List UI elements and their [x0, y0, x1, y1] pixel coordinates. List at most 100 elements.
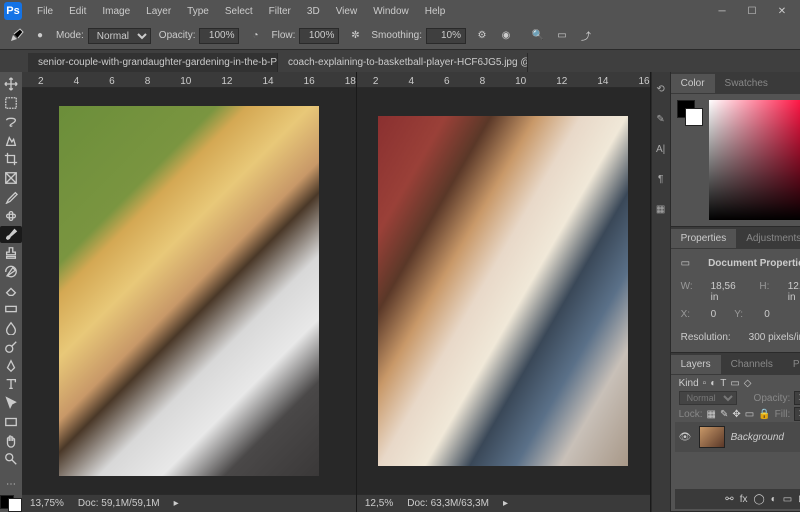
tab-doc2[interactable]: coach-explaining-to-basketball-player-HC…: [278, 53, 528, 72]
opacity-input[interactable]: 100%: [199, 28, 239, 44]
filter-shape-icon[interactable]: ▭: [730, 378, 739, 389]
filter-type-icon[interactable]: T: [720, 378, 726, 389]
lock-all-icon[interactable]: 🔒: [758, 409, 770, 420]
lock-pixels-icon[interactable]: ✎: [720, 409, 728, 420]
crop-tool[interactable]: [0, 151, 22, 168]
workspace-icon[interactable]: ▭: [554, 28, 570, 44]
menu-window[interactable]: Window: [366, 3, 416, 20]
rectangle-tool[interactable]: [0, 414, 22, 431]
tab-doc1[interactable]: senior-couple-with-grandaughter-gardenin…: [28, 53, 278, 72]
menu-image[interactable]: Image: [95, 3, 137, 20]
doc-info[interactable]: Doc: 59,1M/59,1M: [78, 498, 160, 509]
filter-smart-icon[interactable]: ◇: [744, 378, 752, 389]
zoom-level[interactable]: 13,75%: [30, 498, 64, 509]
layer-opacity[interactable]: 100%: [794, 391, 800, 405]
smoothing-options-icon[interactable]: ⚙: [474, 28, 490, 44]
edit-toolbar[interactable]: ⋯: [0, 476, 22, 493]
lock-transparent-icon[interactable]: ▦: [707, 409, 716, 420]
tab-layers[interactable]: Layers: [671, 355, 721, 374]
filter-pixel-icon[interactable]: ▫: [703, 378, 707, 389]
link-layers-icon[interactable]: ⚯: [725, 494, 733, 505]
chevron-right-icon[interactable]: ▸: [503, 498, 508, 509]
canvas-1[interactable]: [22, 88, 356, 494]
mode-select[interactable]: Normal: [88, 28, 151, 44]
doc-info[interactable]: Doc: 63,3M/63,3M: [407, 498, 489, 509]
lasso-tool[interactable]: [0, 114, 22, 131]
zoom-tool[interactable]: [0, 451, 22, 468]
pressure-opacity-icon[interactable]: ◔: [247, 28, 263, 44]
options-bar: ● Mode: Normal Opacity: 100% ◔ Flow: 100…: [0, 22, 800, 50]
search-icon[interactable]: 🔍: [530, 28, 546, 44]
marquee-tool[interactable]: [0, 95, 22, 112]
menu-type[interactable]: Type: [180, 3, 216, 20]
share-icon[interactable]: ⤴: [578, 28, 594, 44]
chevron-right-icon[interactable]: ▸: [174, 498, 179, 509]
quick-select-tool[interactable]: [0, 132, 22, 149]
zoom-level[interactable]: 12,5%: [365, 498, 393, 509]
menu-layer[interactable]: Layer: [139, 3, 178, 20]
eyedropper-tool[interactable]: [0, 189, 22, 206]
menu-help[interactable]: Help: [418, 3, 453, 20]
lock-position-icon[interactable]: ✥: [732, 409, 740, 420]
type-tool[interactable]: [0, 376, 22, 393]
brushes-panel-icon[interactable]: ✎: [652, 110, 670, 128]
character-panel-icon[interactable]: A|: [652, 140, 670, 158]
minimize-button[interactable]: ─: [708, 3, 736, 20]
menu-edit[interactable]: Edit: [62, 3, 93, 20]
gradient-tool[interactable]: [0, 301, 22, 318]
healing-tool[interactable]: [0, 207, 22, 224]
canvas-2[interactable]: [357, 88, 650, 494]
layer-thumbnail[interactable]: [699, 426, 725, 448]
tab-channels[interactable]: Channels: [721, 355, 783, 374]
brush-size-icon[interactable]: ●: [32, 28, 48, 44]
eraser-tool[interactable]: [0, 282, 22, 299]
smoothing-input[interactable]: 10%: [426, 28, 466, 44]
airbrush-icon[interactable]: ✼: [347, 28, 363, 44]
tab-properties[interactable]: Properties: [671, 229, 737, 248]
fg-bg-swatch[interactable]: [677, 100, 703, 126]
color-swatches[interactable]: [0, 495, 22, 512]
filter-adjust-icon[interactable]: ◐: [710, 378, 716, 389]
layer-mask-icon[interactable]: ◯: [753, 494, 764, 505]
brush-preset-icon[interactable]: [8, 28, 24, 44]
menu-filter[interactable]: Filter: [262, 3, 298, 20]
stamp-tool[interactable]: [0, 245, 22, 262]
adjustment-layer-icon[interactable]: ◐: [771, 494, 777, 505]
menu-3d[interactable]: 3D: [300, 3, 327, 20]
menu-file[interactable]: File: [30, 3, 60, 20]
layer-name[interactable]: Background: [731, 432, 784, 443]
close-button[interactable]: ✕: [768, 3, 796, 20]
history-brush-tool[interactable]: [0, 264, 22, 281]
lock-artboard-icon[interactable]: ▭: [745, 409, 754, 420]
libraries-panel-icon[interactable]: ▦: [652, 200, 670, 218]
tab-swatches[interactable]: Swatches: [715, 74, 778, 93]
blur-tool[interactable]: [0, 320, 22, 337]
menu-view[interactable]: View: [329, 3, 365, 20]
maximize-button[interactable]: ☐: [738, 3, 766, 20]
dodge-tool[interactable]: [0, 339, 22, 356]
tab-color[interactable]: Color: [671, 74, 715, 93]
pen-tool[interactable]: [0, 357, 22, 374]
brush-tool[interactable]: [0, 226, 22, 243]
hand-tool[interactable]: [0, 432, 22, 449]
tab-adjustments[interactable]: Adjustments: [736, 229, 800, 248]
toolbox: ⋯: [0, 72, 22, 512]
pressure-size-icon[interactable]: ◉: [498, 28, 514, 44]
paragraph-panel-icon[interactable]: ¶: [652, 170, 670, 188]
move-tool[interactable]: [0, 76, 22, 93]
visibility-icon[interactable]: 👁: [679, 432, 693, 443]
tab-paths[interactable]: Paths: [783, 355, 800, 374]
layer-item[interactable]: 👁 Background 🔒: [675, 422, 800, 452]
menu-select[interactable]: Select: [218, 3, 260, 20]
layer-fill[interactable]: 100%: [794, 407, 800, 421]
mode-label: Mode:: [56, 30, 84, 41]
color-picker[interactable]: [709, 100, 800, 220]
frame-tool[interactable]: [0, 170, 22, 187]
path-select-tool[interactable]: [0, 395, 22, 412]
flow-input[interactable]: 100%: [299, 28, 339, 44]
blend-mode[interactable]: Normal: [679, 391, 737, 405]
layer-style-icon[interactable]: fx: [740, 494, 748, 505]
history-panel-icon[interactable]: ⟲: [652, 80, 670, 98]
document-icon: ▭: [681, 258, 690, 269]
group-icon[interactable]: ▭: [783, 494, 792, 505]
